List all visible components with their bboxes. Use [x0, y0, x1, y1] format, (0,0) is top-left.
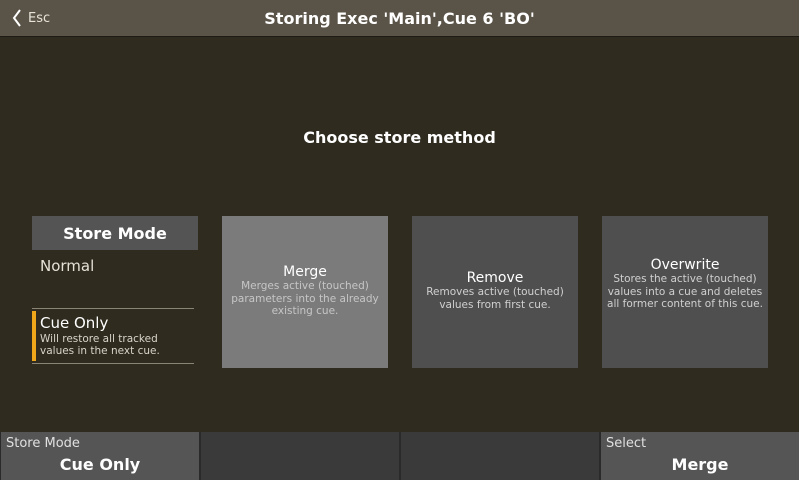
merge-button[interactable]: Merge Merges active (touched) parameters… — [222, 216, 388, 368]
softkey-empty-3[interactable] — [401, 432, 599, 480]
cue-only-title: Cue Only — [40, 314, 109, 332]
cue-only-option[interactable]: Cue Only Will restore all tracked values… — [32, 308, 194, 364]
chevron-left-icon — [12, 9, 21, 27]
softkey-store-mode[interactable]: Store Mode Cue Only — [1, 432, 199, 480]
softkey-select[interactable]: Select Merge — [601, 432, 799, 480]
cue-only-description: Will restore all tracked values in the n… — [40, 333, 160, 357]
title-bar: Esc Storing Exec 'Main',Cue 6 'BO' — [0, 0, 799, 37]
softkey-label: Select — [606, 436, 647, 451]
softkey-empty-2[interactable] — [201, 432, 399, 480]
remove-title: Remove — [466, 270, 524, 286]
selection-indicator — [32, 311, 36, 361]
softkey-value: Merge — [671, 455, 729, 474]
remove-button[interactable]: Remove Removes active (touched) values f… — [412, 216, 578, 368]
overwrite-button[interactable]: Overwrite Stores the active (touched) va… — [602, 216, 768, 368]
overwrite-description: Stores the active (touched) values into … — [607, 273, 763, 310]
merge-description: Merges active (touched) parameters into … — [231, 280, 379, 317]
softkey-bar: Store Mode Cue Only Select Merge — [0, 432, 799, 480]
softkey-value: Cue Only — [59, 455, 141, 474]
store-mode-button[interactable]: Store Mode — [32, 216, 198, 250]
merge-title: Merge — [283, 264, 327, 280]
esc-label: Esc — [28, 10, 51, 26]
overwrite-title: Overwrite — [650, 257, 720, 273]
remove-description: Removes active (touched) values from fir… — [426, 286, 564, 311]
window-title: Storing Exec 'Main',Cue 6 'BO' — [264, 9, 535, 28]
esc-button[interactable]: Esc — [12, 6, 50, 30]
store-mode-value: Normal — [40, 257, 95, 275]
page-heading: Choose store method — [303, 128, 496, 147]
softkey-label: Store Mode — [6, 436, 80, 451]
